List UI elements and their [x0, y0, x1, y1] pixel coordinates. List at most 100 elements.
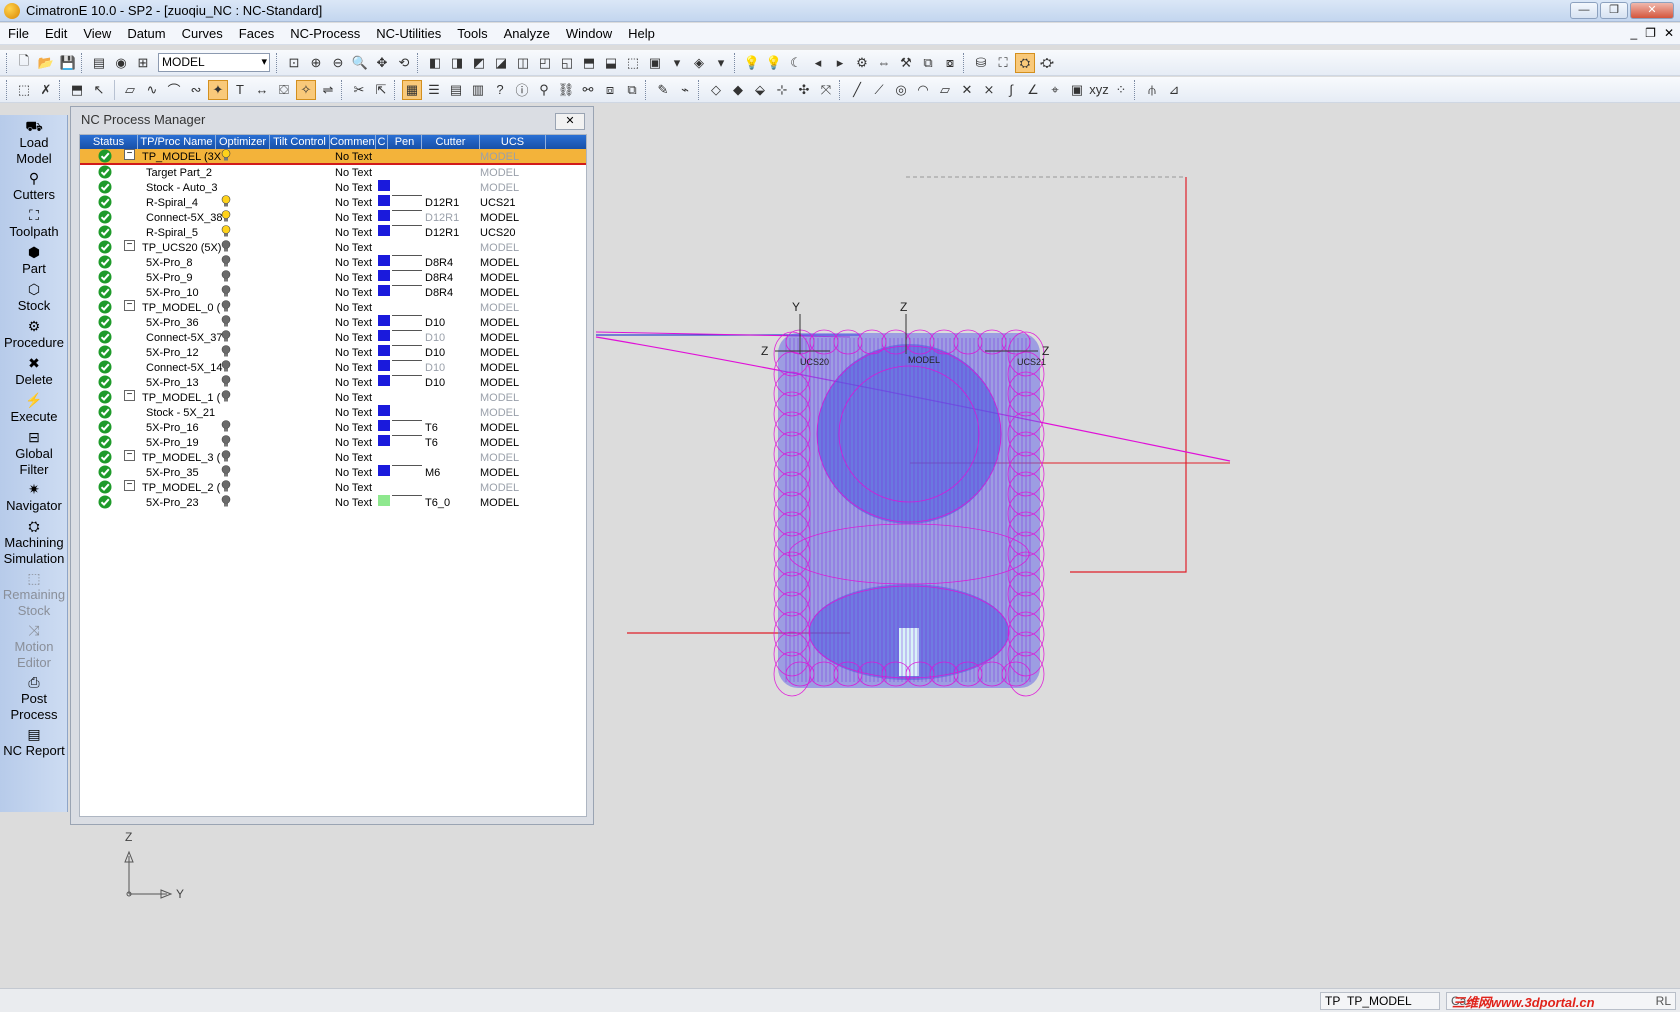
toolbar-grip[interactable]	[341, 79, 344, 100]
column-header-optimizer[interactable]: Optimizer	[216, 135, 270, 149]
arc-icon[interactable]: ◠	[913, 80, 933, 100]
line-icon[interactable]: ╱	[847, 80, 867, 100]
chain-icon[interactable]: ⛓	[556, 80, 576, 100]
table-row[interactable]: Connect-5X_38 No Text D12R1 MODEL	[80, 210, 586, 225]
panel-icon[interactable]: ▥	[468, 80, 488, 100]
toolbar-grip[interactable]	[645, 79, 648, 100]
table-row[interactable]: 5X-Pro_13 No Text D10 MODEL	[80, 375, 586, 390]
menu-nc-process[interactable]: NC-Process	[282, 23, 368, 45]
bottom-view-icon[interactable]: ◫	[513, 53, 533, 73]
sketch-icon[interactable]: ✎	[653, 80, 673, 100]
rotate-icon[interactable]: ⟲	[394, 53, 414, 73]
lightbulb-icon[interactable]	[221, 225, 231, 237]
table-row[interactable]: 5X-Pro_8 No Text D8R4 MODEL	[80, 255, 586, 270]
table-row[interactable]: Connect-5X_14 No Text D10 MODEL	[80, 360, 586, 375]
table-row[interactable]: 5X-Pro_19 No Text T6 MODEL	[80, 435, 586, 450]
tree-expander-icon[interactable]: −	[124, 149, 135, 160]
save-icon[interactable]: 💾	[58, 53, 78, 73]
menu-datum[interactable]: Datum	[119, 23, 173, 45]
filter-points-icon[interactable]: ∾	[186, 80, 206, 100]
lightbulb-icon[interactable]	[221, 315, 231, 327]
menu-window[interactable]: Window	[558, 23, 620, 45]
table-icon[interactable]: ▤	[446, 80, 466, 100]
menu-view[interactable]: View	[75, 23, 119, 45]
toolbar-grip[interactable]	[963, 52, 966, 73]
deselect-icon[interactable]: ✗	[36, 80, 56, 100]
table-row[interactable]: Target Part_2 No Text MODEL	[80, 165, 586, 180]
attach-icon[interactable]: ⚯	[578, 80, 598, 100]
column-header-pen[interactable]: Pen	[388, 135, 422, 149]
menu-file[interactable]: File	[0, 23, 37, 45]
lightbulb-icon[interactable]	[221, 360, 231, 372]
tree-expander-icon[interactable]: −	[124, 300, 135, 311]
copy-icon[interactable]: ⧉	[918, 53, 938, 73]
surface3-icon[interactable]: ⬙	[750, 80, 770, 100]
machine-icon[interactable]: ⛶	[993, 53, 1013, 73]
machine-sim-icon[interactable]: ⛭	[1015, 52, 1035, 73]
menu-tools[interactable]: Tools	[449, 23, 495, 45]
paste-icon[interactable]: ⧇	[940, 53, 960, 73]
pick-mode-icon[interactable]: ↖	[89, 80, 109, 100]
display-mode-icon[interactable]: ◈	[689, 53, 709, 73]
toolbar-grip[interactable]	[6, 79, 9, 100]
filter-curves-icon[interactable]: ∿	[142, 80, 162, 100]
shaded-icon[interactable]: ▣	[645, 53, 665, 73]
info-icon[interactable]: ⓘ	[512, 80, 532, 100]
pen-color-swatch[interactable]	[378, 465, 390, 476]
sidebar-nc-report-button[interactable]: ▤ NC Report	[0, 723, 68, 760]
tree-expander-icon[interactable]: −	[124, 450, 135, 461]
list-icon[interactable]: ☰	[424, 80, 444, 100]
filter-all-icon[interactable]: ✦	[208, 79, 228, 100]
lightbulb-icon[interactable]	[221, 255, 231, 267]
sidebar-cutters-button[interactable]: ⚲ Cutters	[0, 167, 68, 204]
select-icon[interactable]: ⬚	[14, 80, 34, 100]
filter-icon[interactable]: ⚙	[852, 53, 872, 73]
menu-edit[interactable]: Edit	[37, 23, 75, 45]
zoom-all-icon[interactable]: ⊡	[284, 53, 304, 73]
toolbar-grip[interactable]	[81, 52, 84, 73]
machine-setup-icon[interactable]: ⛮	[1037, 53, 1057, 73]
sidebar-navigator-button[interactable]: ✷ Navigator	[0, 478, 68, 515]
table-row[interactable]: R-Spiral_4 No Text D12R1 UCS21	[80, 195, 586, 210]
transform-icon[interactable]: ⤧	[816, 80, 836, 100]
bulb-icon[interactable]: 💡	[742, 53, 762, 73]
pen-color-swatch[interactable]	[378, 495, 390, 506]
surface-icon[interactable]: ◇	[706, 80, 726, 100]
toolbar-grip[interactable]	[698, 79, 701, 100]
pen-color-swatch[interactable]	[378, 210, 390, 221]
display-dropdown-icon[interactable]: ▾	[711, 53, 731, 73]
lightbulb-icon[interactable]	[221, 240, 231, 252]
table-row[interactable]: − TP_MODEL (3X No Text MODEL	[80, 149, 586, 165]
pick-icon[interactable]: ⬒	[67, 80, 87, 100]
points-icon[interactable]: ⁘	[1111, 80, 1131, 100]
sidebar-post-process-button[interactable]: ⎙ Post Process	[0, 671, 68, 723]
split-icon[interactable]: ⨯	[979, 80, 999, 100]
axis-icon[interactable]: ⊹	[772, 80, 792, 100]
filter-solid-icon[interactable]: ⛋	[274, 80, 294, 100]
sidebar-stock-button[interactable]: ⬡ Stock	[0, 278, 68, 315]
arrow-right-icon[interactable]: ▸	[830, 53, 850, 73]
table-row[interactable]: 5X-Pro_12 No Text D10 MODEL	[80, 345, 586, 360]
ucs-icon[interactable]: ⫛	[1142, 80, 1162, 100]
part-toolpath[interactable]	[778, 333, 1040, 688]
lightbulb-icon[interactable]	[221, 420, 231, 432]
doc-restore-icon[interactable]: ❐	[1645, 26, 1656, 40]
sidebar-delete-button[interactable]: ✖ Delete	[0, 352, 68, 389]
toolbar-grip[interactable]	[734, 52, 737, 73]
filter-dim-icon[interactable]: ↔	[252, 80, 272, 100]
filter-motion-icon[interactable]: ⇌	[318, 80, 338, 100]
column-header-cutter[interactable]: Cutter	[422, 135, 480, 149]
table-row[interactable]: 5X-Pro_36 No Text D10 MODEL	[80, 315, 586, 330]
circle-icon[interactable]: ◎	[891, 80, 911, 100]
shading-dropdown-icon[interactable]: ▾	[667, 53, 687, 73]
rotary-table-icon[interactable]: ⛁	[971, 53, 991, 73]
pen-color-swatch[interactable]	[378, 435, 390, 446]
pen-color-swatch[interactable]	[378, 180, 390, 191]
table-row[interactable]: 5X-Pro_10 No Text D8R4 MODEL	[80, 285, 586, 300]
column-header-tilt-control[interactable]: Tilt Control	[270, 135, 330, 149]
lightbulb-icon[interactable]	[221, 450, 231, 462]
doc-close-icon[interactable]: ✕	[1664, 26, 1674, 40]
left-view-icon[interactable]: ◱	[557, 53, 577, 73]
close-button[interactable]: ✕	[1630, 2, 1674, 19]
nc-process-manager[interactable]: NC Process Manager ✕ Status TP/Proc Name O…	[70, 106, 594, 825]
